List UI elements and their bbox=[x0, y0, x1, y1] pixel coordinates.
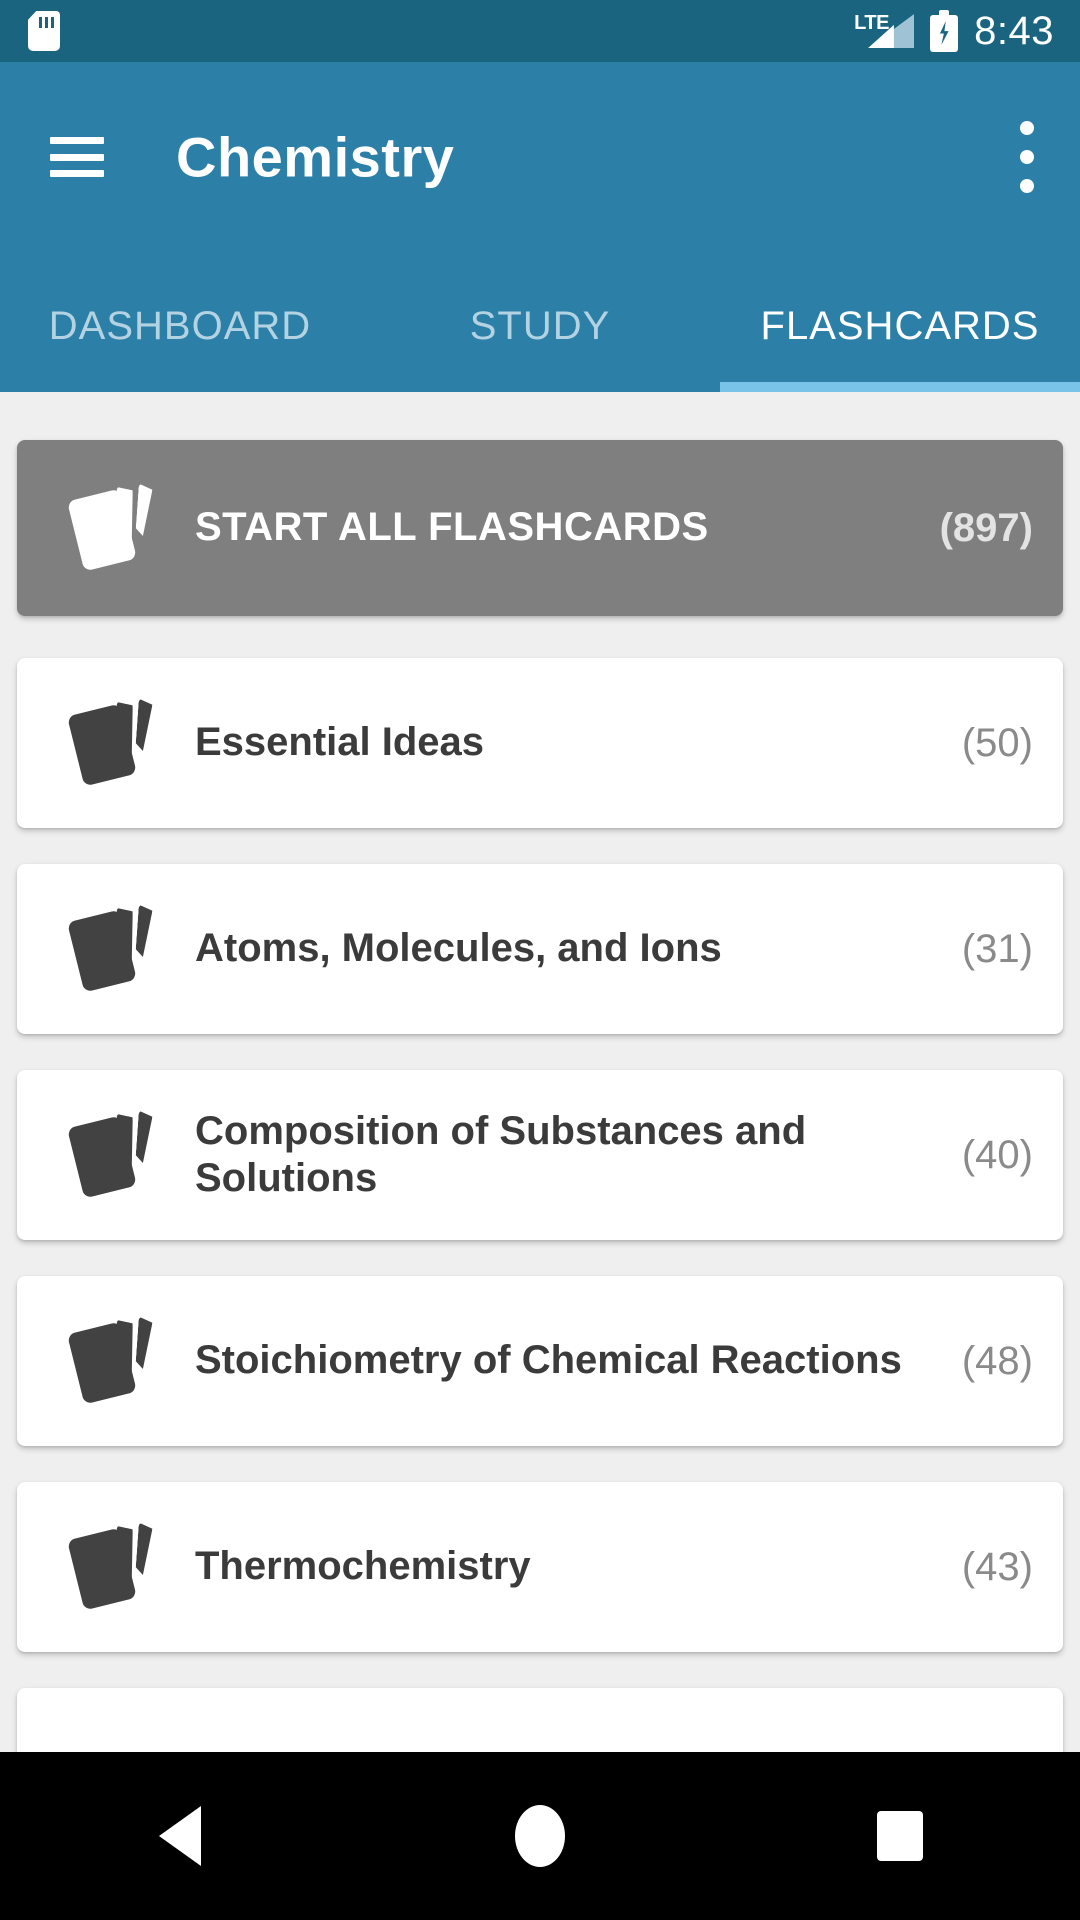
chapter-count: (40) bbox=[961, 1132, 1033, 1177]
list-item[interactable] bbox=[17, 1688, 1063, 1752]
list-item[interactable]: Composition of Substances and Solutions … bbox=[17, 1070, 1063, 1240]
tab-bar: DASHBOARD STUDY FLASHCARDS bbox=[0, 252, 1080, 392]
chapter-label: Essential Ideas bbox=[195, 720, 485, 765]
tab-indicator bbox=[720, 382, 1080, 392]
list-item[interactable]: Atoms, Molecules, and Ions (31) bbox=[17, 864, 1063, 1034]
chapter-count: (43) bbox=[961, 1544, 1033, 1589]
flashcard-stack-icon bbox=[67, 482, 153, 574]
recents-button[interactable] bbox=[800, 1752, 1000, 1920]
start-all-flashcards-count: (897) bbox=[939, 505, 1033, 550]
home-circle-icon bbox=[515, 1805, 565, 1867]
recents-square-icon bbox=[877, 1811, 923, 1861]
flashcard-stack-icon bbox=[67, 1109, 153, 1201]
back-triangle-icon bbox=[159, 1806, 201, 1866]
list-item[interactable]: Stoichiometry of Chemical Reactions (48) bbox=[17, 1276, 1063, 1446]
status-bar: LTE 8:43 bbox=[0, 0, 1080, 62]
flashcard-stack-icon bbox=[67, 697, 153, 789]
android-navigation-bar bbox=[0, 1752, 1080, 1920]
status-bar-right: LTE 8:43 bbox=[854, 9, 1054, 54]
back-button[interactable] bbox=[80, 1752, 280, 1920]
start-all-flashcards-label: START ALL FLASHCARDS bbox=[195, 505, 709, 550]
signal-icon: LTE bbox=[854, 10, 915, 52]
status-bar-left bbox=[28, 11, 60, 51]
chapter-label: Stoichiometry of Chemical Reactions bbox=[195, 1338, 902, 1383]
list-item[interactable]: Essential Ideas (50) bbox=[17, 658, 1063, 828]
tab-flashcards[interactable]: FLASHCARDS bbox=[720, 252, 1080, 349]
chapter-label: Composition of Substances and Solutions bbox=[195, 1108, 807, 1200]
status-bar-clock: 8:43 bbox=[974, 8, 1054, 53]
hamburger-menu-icon[interactable] bbox=[50, 137, 104, 177]
chapter-count: (48) bbox=[961, 1338, 1033, 1383]
chapter-label: Atoms, Molecules, and Ions bbox=[195, 926, 722, 971]
tab-dashboard[interactable]: DASHBOARD bbox=[0, 252, 360, 349]
chapter-count: (50) bbox=[961, 720, 1033, 765]
tab-study[interactable]: STUDY bbox=[360, 252, 720, 349]
flashcard-stack-icon bbox=[67, 1521, 153, 1613]
battery-charging-icon bbox=[930, 10, 959, 52]
page-title: Chemistry bbox=[176, 125, 455, 189]
sd-card-icon bbox=[28, 11, 60, 51]
phone-screen: LTE 8:43 Chemistry DASHBOARD STUDY FLASH… bbox=[0, 0, 1080, 1920]
app-bar: Chemistry DASHBOARD STUDY FLASHCARDS bbox=[0, 62, 1080, 392]
app-bar-top-row: Chemistry bbox=[0, 62, 1080, 252]
flashcards-list[interactable]: START ALL FLASHCARDS (897) Essential Ide… bbox=[0, 392, 1080, 1752]
home-button[interactable] bbox=[440, 1752, 640, 1920]
flashcard-stack-icon bbox=[67, 1315, 153, 1407]
list-item[interactable]: Thermochemistry (43) bbox=[17, 1482, 1063, 1652]
overflow-menu-icon[interactable] bbox=[1020, 121, 1034, 193]
chapter-count: (31) bbox=[961, 926, 1033, 971]
flashcard-stack-icon bbox=[67, 903, 153, 995]
start-all-flashcards-button[interactable]: START ALL FLASHCARDS (897) bbox=[17, 440, 1063, 616]
chapter-label: Thermochemistry bbox=[195, 1544, 531, 1589]
